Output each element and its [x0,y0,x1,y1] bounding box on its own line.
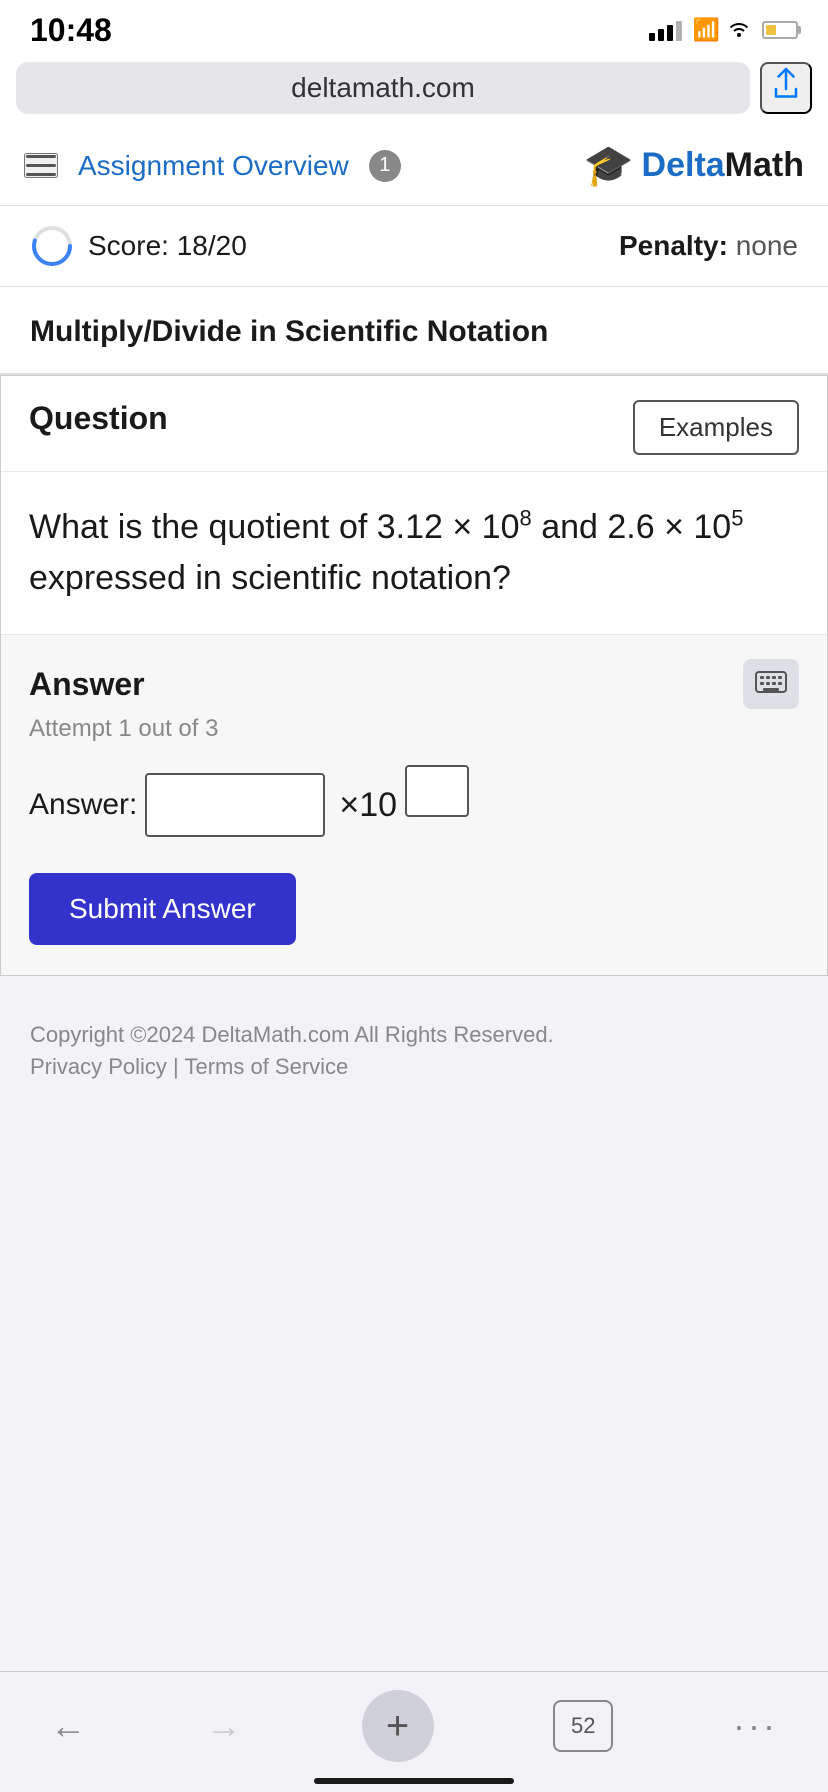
status-time: 10:48 [30,12,112,49]
nav-left: Assignment Overview 1 [24,150,401,182]
footer-links: Privacy Policy | Terms of Service [30,1054,798,1080]
exponent-input[interactable] [405,765,469,817]
logo-cap-icon: 🎓 [584,142,634,189]
assignment-badge: 1 [369,150,401,182]
back-button[interactable]: ← [50,1705,86,1747]
browser-bar: ← → + 52 ··· [0,1671,828,1792]
footer-copyright: Copyright ©2024 DeltaMath.com All Rights… [30,1016,798,1053]
section-title-bar: Multiply/Divide in Scientific Notation [0,287,828,375]
new-tab-button[interactable]: + [362,1690,434,1762]
share-button[interactable] [760,62,812,114]
more-button[interactable]: ··· [733,1705,778,1747]
wifi-icon: 📶 [692,17,752,43]
score-text: Score: 18/20 [88,230,247,262]
answer-input-row: Answer: ×10 [29,773,799,837]
answer-inline-label: Answer: [29,788,137,822]
privacy-policy-link[interactable]: Privacy Policy [30,1054,167,1079]
keyboard-button[interactable] [743,659,799,709]
hamburger-menu[interactable] [24,153,58,178]
penalty-text: Penalty: none [619,230,798,262]
times-ten-text: ×10 [339,786,397,825]
signal-icon [649,19,682,41]
home-indicator [314,1778,514,1784]
status-bar: 10:48 📶 [0,0,828,54]
forward-button[interactable]: → [206,1705,242,1747]
terms-of-service-link[interactable]: Terms of Service [184,1054,348,1079]
answer-header: Answer [29,659,799,709]
assignment-overview-link[interactable]: Assignment Overview [78,150,349,182]
submit-answer-button[interactable]: Submit Answer [29,873,296,945]
battery-icon [762,21,798,39]
question-label: Question [29,400,168,437]
tabs-button[interactable]: 52 [553,1700,613,1752]
score-section: Score: 18/20 [30,224,247,268]
answer-section: Answer [1,635,827,975]
examples-button[interactable]: Examples [633,400,799,455]
share-icon [771,66,801,110]
question-body: What is the quotient of 3.12 × 108 and 2… [1,472,827,635]
question-header: Question Examples [1,376,827,472]
score-circle-icon [30,224,74,268]
score-bar: Score: 18/20 Penalty: none [0,206,828,287]
url-text: deltamath.com [291,72,475,104]
nav-bar: Assignment Overview 1 🎓 DeltaMath [0,126,828,206]
logo-text: DeltaMath [642,146,804,185]
logo: 🎓 DeltaMath [584,142,804,189]
coefficient-input[interactable] [145,773,325,837]
section-title: Multiply/Divide in Scientific Notation [30,315,798,349]
attempt-text: Attempt 1 out of 3 [29,715,799,743]
question-card: Question Examples What is the quotient o… [0,375,828,976]
keyboard-icon [755,669,787,700]
footer: Copyright ©2024 DeltaMath.com All Rights… [0,976,828,1109]
address-bar-container: deltamath.com [0,54,828,126]
status-icons: 📶 [649,17,798,43]
question-text: What is the quotient of 3.12 × 108 and 2… [29,508,743,597]
address-bar[interactable]: deltamath.com [16,62,750,114]
answer-label: Answer [29,666,145,703]
